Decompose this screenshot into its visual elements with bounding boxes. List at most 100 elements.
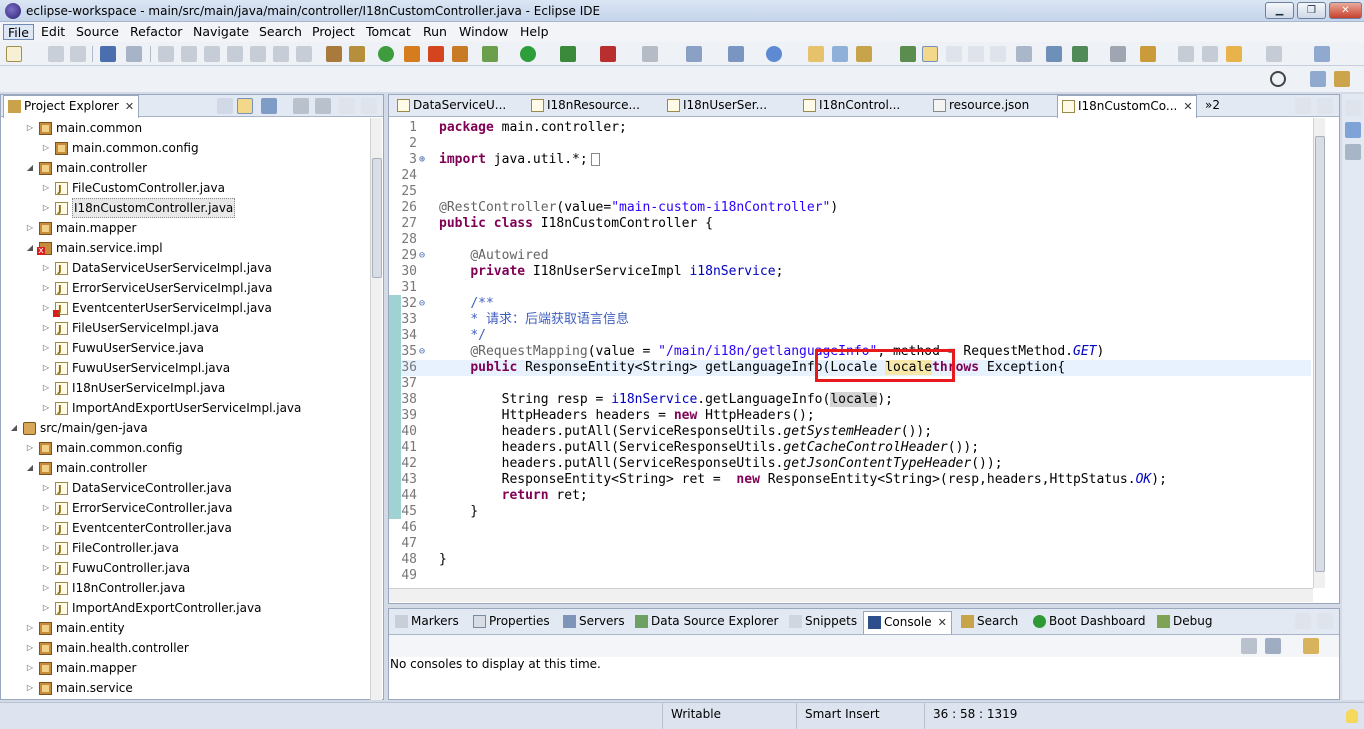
expand-arrow-icon[interactable]: ◢: [25, 238, 35, 258]
menu-help[interactable]: Help: [516, 24, 553, 40]
tree-item[interactable]: ▷ I18nController.java: [1, 578, 369, 600]
collapse-arrow-icon[interactable]: ▷: [41, 298, 51, 318]
resume-icon[interactable]: [158, 46, 174, 62]
tab-boot-dashboard[interactable]: Boot Dashboard: [1029, 611, 1150, 633]
pilcrow-icon[interactable]: [1016, 46, 1032, 62]
expand-arrow-icon[interactable]: ◢: [25, 158, 35, 178]
menu-source[interactable]: Source: [72, 24, 123, 40]
new-class-icon[interactable]: [766, 46, 782, 62]
terminal-icon[interactable]: [100, 46, 116, 62]
minimize-view-icon[interactable]: [339, 98, 355, 114]
toggle-breakpoint-icon[interactable]: [349, 46, 365, 62]
menu-tomcat[interactable]: Tomcat: [362, 24, 415, 40]
code-line[interactable]: 45 }: [401, 504, 1311, 520]
maximize-button[interactable]: ❐: [1297, 2, 1326, 19]
code-line[interactable]: 33 * 请求：后端获取语言信息: [401, 312, 1311, 328]
code-line[interactable]: 44 return ret;: [401, 488, 1311, 504]
collapse-arrow-icon[interactable]: ▷: [41, 338, 51, 358]
tree-item[interactable]: ▷ I18nCustomController.java: [1, 198, 369, 220]
collapse-arrow-icon[interactable]: ▷: [41, 138, 51, 158]
tree-item[interactable]: ▷ FuwuController.java: [1, 558, 369, 580]
tab-i18ncontrol[interactable]: I18nControl...: [799, 95, 929, 117]
tree-item[interactable]: ▷ main.common: [1, 118, 369, 138]
code-line[interactable]: 31: [401, 280, 1311, 296]
tab-i18nuserser[interactable]: I18nUserSer...: [663, 95, 793, 117]
new-java-project-icon[interactable]: [728, 46, 744, 62]
collapse-arrow-icon[interactable]: ▷: [41, 538, 51, 558]
new-icon[interactable]: [6, 46, 22, 62]
run-last-icon[interactable]: [1072, 46, 1088, 62]
stop-icon[interactable]: [642, 46, 658, 62]
tab-resource-json[interactable]: resource.json: [929, 95, 1051, 117]
tab-i18nresource[interactable]: I18nResource...: [527, 95, 657, 117]
task-list-icon[interactable]: [1345, 144, 1361, 160]
search-icon[interactable]: [1270, 71, 1286, 87]
tomcat-restart-icon[interactable]: [452, 46, 468, 62]
tree-item[interactable]: ▷ FileUserServiceImpl.java: [1, 318, 369, 340]
debug-icon[interactable]: [482, 46, 498, 62]
code-line[interactable]: 25: [401, 184, 1311, 200]
open-type-icon[interactable]: [808, 46, 824, 62]
last-edit-icon[interactable]: [1178, 46, 1194, 62]
terminate-icon[interactable]: [204, 46, 220, 62]
step-return-icon[interactable]: [296, 46, 312, 62]
tab-servers[interactable]: Servers: [559, 611, 629, 633]
code-line[interactable]: 43 ResponseEntity<String> ret = new Resp…: [401, 472, 1311, 488]
collapse-arrow-icon[interactable]: ▷: [25, 658, 35, 678]
collapse-arrow-icon[interactable]: ▷: [41, 198, 51, 218]
collapse-arrow-icon[interactable]: ▷: [41, 498, 51, 518]
external-tools-icon[interactable]: [600, 46, 616, 62]
collapse-arrow-icon[interactable]: ▷: [41, 478, 51, 498]
tab-properties[interactable]: Properties: [469, 611, 554, 633]
editor-scroll-thumb[interactable]: [1315, 136, 1325, 572]
save-icon[interactable]: [48, 46, 64, 62]
code-line[interactable]: 1 package main.controller;: [401, 120, 1311, 136]
close-icon[interactable]: ✕: [938, 616, 947, 629]
tab-search[interactable]: Search: [957, 611, 1022, 633]
tab-dataserviceu[interactable]: DataServiceU...: [393, 95, 523, 117]
tree-item[interactable]: ▷ ImportAndExportUserServiceImpl.java: [1, 398, 369, 420]
collapse-arrow-icon[interactable]: ▷: [25, 618, 35, 638]
minimize-view-icon[interactable]: [1295, 98, 1311, 114]
outline-icon[interactable]: [1345, 122, 1361, 138]
tab-snippets[interactable]: Snippets: [785, 611, 861, 633]
tree-item[interactable]: ▷ FuwuUserService.java: [1, 338, 369, 360]
tree-item[interactable]: ▷ main.common.config: [1, 138, 369, 158]
tree-item[interactable]: ◢ main.service.impl: [1, 238, 369, 258]
code-line[interactable]: 29 ⊖ @Autowired: [401, 248, 1311, 264]
menu-refactor[interactable]: Refactor: [126, 24, 186, 40]
maximize-view-icon[interactable]: [361, 98, 377, 114]
menu-run[interactable]: Run: [419, 24, 451, 40]
tree-item[interactable]: ▷ I18nUserServiceImpl.java: [1, 378, 369, 400]
collapse-arrow-icon[interactable]: ▷: [41, 278, 51, 298]
show-whitespace-icon[interactable]: [990, 46, 1006, 62]
menu-search[interactable]: Search: [255, 24, 306, 40]
forward-icon[interactable]: [1266, 46, 1282, 62]
tomcat-stop-icon[interactable]: [428, 46, 444, 62]
tree-item[interactable]: ▷ EventcenterController.java: [1, 518, 369, 540]
view-menu-icon[interactable]: [293, 98, 309, 114]
tree-item[interactable]: ▷ ErrorServiceUserServiceImpl.java: [1, 278, 369, 300]
expand-arrow-icon[interactable]: ◢: [9, 418, 19, 438]
menu-file[interactable]: File: [3, 24, 34, 40]
menu-window[interactable]: Window: [455, 24, 512, 40]
spring-boot-icon[interactable]: [378, 46, 394, 62]
more-options-icon[interactable]: [315, 98, 331, 114]
maximize-view-icon[interactable]: [1317, 613, 1333, 629]
collapse-arrow-icon[interactable]: ▷: [25, 678, 35, 698]
tab-i18ncustomco[interactable]: I18nCustomCo... ✕: [1057, 95, 1197, 118]
collapse-arrow-icon[interactable]: ▷: [25, 218, 35, 238]
editor-scrollbar[interactable]: [1313, 118, 1325, 588]
collapse-arrow-icon[interactable]: ▷: [41, 378, 51, 398]
step-into-icon[interactable]: [250, 46, 266, 62]
annotation-next-icon[interactable]: [1046, 46, 1062, 62]
minimize-view-icon[interactable]: [1295, 613, 1311, 629]
minimize-button[interactable]: ▁: [1265, 2, 1294, 19]
code-line[interactable]: 34 */: [401, 328, 1311, 344]
collapse-arrow-icon[interactable]: ▷: [41, 558, 51, 578]
close-button[interactable]: ✕: [1329, 2, 1362, 19]
forward-history-icon[interactable]: [1202, 46, 1218, 62]
tree-item[interactable]: ▷ ErrorServiceController.java: [1, 498, 369, 520]
collapse-arrow-icon[interactable]: ▷: [25, 638, 35, 658]
code-line[interactable]: 3 ⊕ import java.util.*;: [401, 152, 1311, 168]
